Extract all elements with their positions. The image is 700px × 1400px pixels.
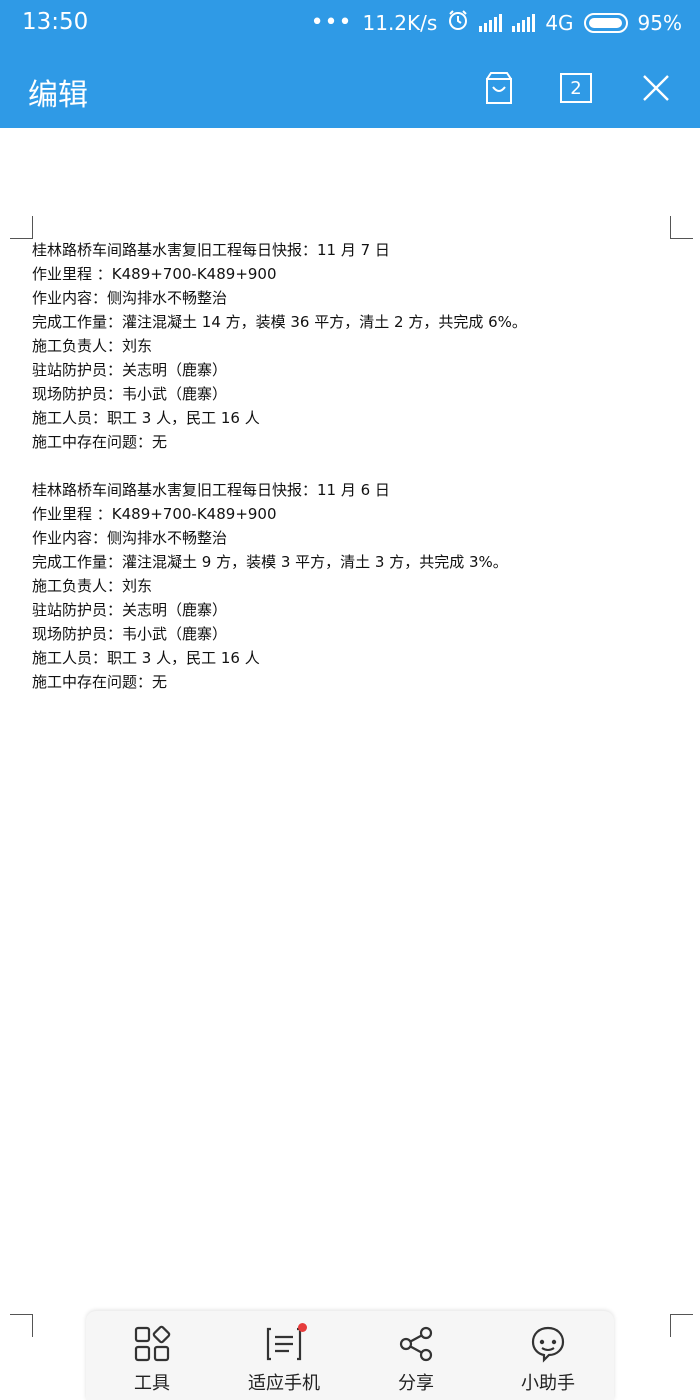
margin-corner-mark: [10, 216, 33, 239]
report-line: 完成工作量：灌注混凝土 14 方，装模 36 平方，清土 2 方，共完成 6%。: [32, 313, 527, 331]
status-indicators: ••• 11.2K/s 4G 95%: [311, 9, 682, 36]
close-icon: [643, 75, 669, 101]
fit-phone-icon: [266, 1327, 302, 1361]
report-title: 桂林路桥车间路基水害复旧工程每日快报：11 月 6 日: [32, 481, 390, 499]
report-line: 施工人员：职工 3 人，民工 16 人: [32, 649, 260, 667]
report-line: 作业内容：侧沟排水不畅整治: [32, 529, 228, 547]
report-line: 驻站防护员：关志明（鹿寨）: [32, 361, 228, 379]
report-line: 现场防护员：韦小武（鹿寨）: [32, 625, 228, 643]
assistant-label: 小助手: [521, 1373, 575, 1394]
network-type: 4G: [545, 10, 574, 35]
tools-button[interactable]: 工具: [86, 1311, 218, 1400]
status-time: 13:50: [22, 9, 89, 35]
report-line: 施工负责人：刘东: [32, 577, 153, 595]
close-button[interactable]: [636, 68, 676, 108]
document-page[interactable]: 桂林路桥车间路基水害复旧工程每日快报：11 月 7 日 作业里程 ：K489+7…: [0, 128, 700, 1337]
report-line: 作业里程 ：K489+700-K489+900: [32, 505, 277, 523]
assistant-icon: [531, 1326, 565, 1363]
margin-corner-mark: [670, 1314, 693, 1337]
battery-icon: [583, 12, 628, 33]
status-bar: 13:50 ••• 11.2K/s 4G 95%: [0, 0, 700, 52]
share-button[interactable]: 分享: [350, 1311, 482, 1400]
more-notifications-icon: •••: [310, 10, 353, 35]
share-label: 分享: [398, 1373, 434, 1394]
alarm-icon: [447, 9, 469, 36]
report-line: 作业内容：侧沟排水不畅整治: [32, 289, 228, 307]
report-line: 作业里程 ：K489+700-K489+900: [32, 265, 277, 283]
fit-phone-label: 适应手机: [248, 1373, 320, 1394]
net-speed: 11.2K/s: [362, 10, 438, 35]
daily-report: 桂林路桥车间路基水害复旧工程每日快报：11 月 7 日 作业里程 ：K489+7…: [32, 238, 662, 454]
daily-report: 桂林路桥车间路基水害复旧工程每日快报：11 月 6 日 作业里程 ：K489+7…: [32, 478, 662, 694]
report-line: 现场防护员：韦小武（鹿寨）: [32, 385, 228, 403]
report-line: 施工负责人：刘东: [32, 337, 153, 355]
pages-icon: 2: [560, 73, 592, 103]
signal-icon: [512, 13, 536, 32]
share-icon: [399, 1326, 433, 1362]
document-body[interactable]: 桂林路桥车间路基水害复旧工程每日快报：11 月 7 日 作业里程 ：K489+7…: [32, 238, 662, 718]
app-bar: 编辑 2: [0, 52, 700, 128]
report-line: 驻站防护员：关志明（鹿寨）: [32, 601, 228, 619]
report-line: 施工中存在问题：无: [32, 673, 168, 691]
report-line: 施工中存在问题：无: [32, 433, 168, 451]
save-button[interactable]: [479, 68, 519, 108]
tools-label: 工具: [134, 1373, 170, 1394]
battery-level: 95%: [637, 10, 682, 35]
grid-tools-icon: [134, 1325, 171, 1362]
signal-icon: [479, 13, 503, 32]
page-count: 2: [570, 77, 582, 99]
bottom-toolbar: 工具 适应手机 分享 小助手: [86, 1311, 614, 1400]
report-line: 完成工作量：灌注混凝土 9 方，装模 3 平方，清土 3 方，共完成 3%。: [32, 553, 508, 571]
notification-dot: [298, 1323, 307, 1332]
save-icon: [486, 72, 512, 104]
report-title: 桂林路桥车间路基水害复旧工程每日快报：11 月 7 日: [32, 241, 390, 259]
edit-title[interactable]: 编辑: [28, 70, 88, 114]
assistant-button[interactable]: 小助手: [482, 1311, 614, 1400]
margin-corner-mark: [670, 216, 693, 239]
fit-phone-button[interactable]: 适应手机: [218, 1311, 350, 1400]
report-line: 施工人员：职工 3 人，民工 16 人: [32, 409, 260, 427]
margin-corner-mark: [10, 1314, 33, 1337]
pages-button[interactable]: 2: [556, 68, 596, 108]
